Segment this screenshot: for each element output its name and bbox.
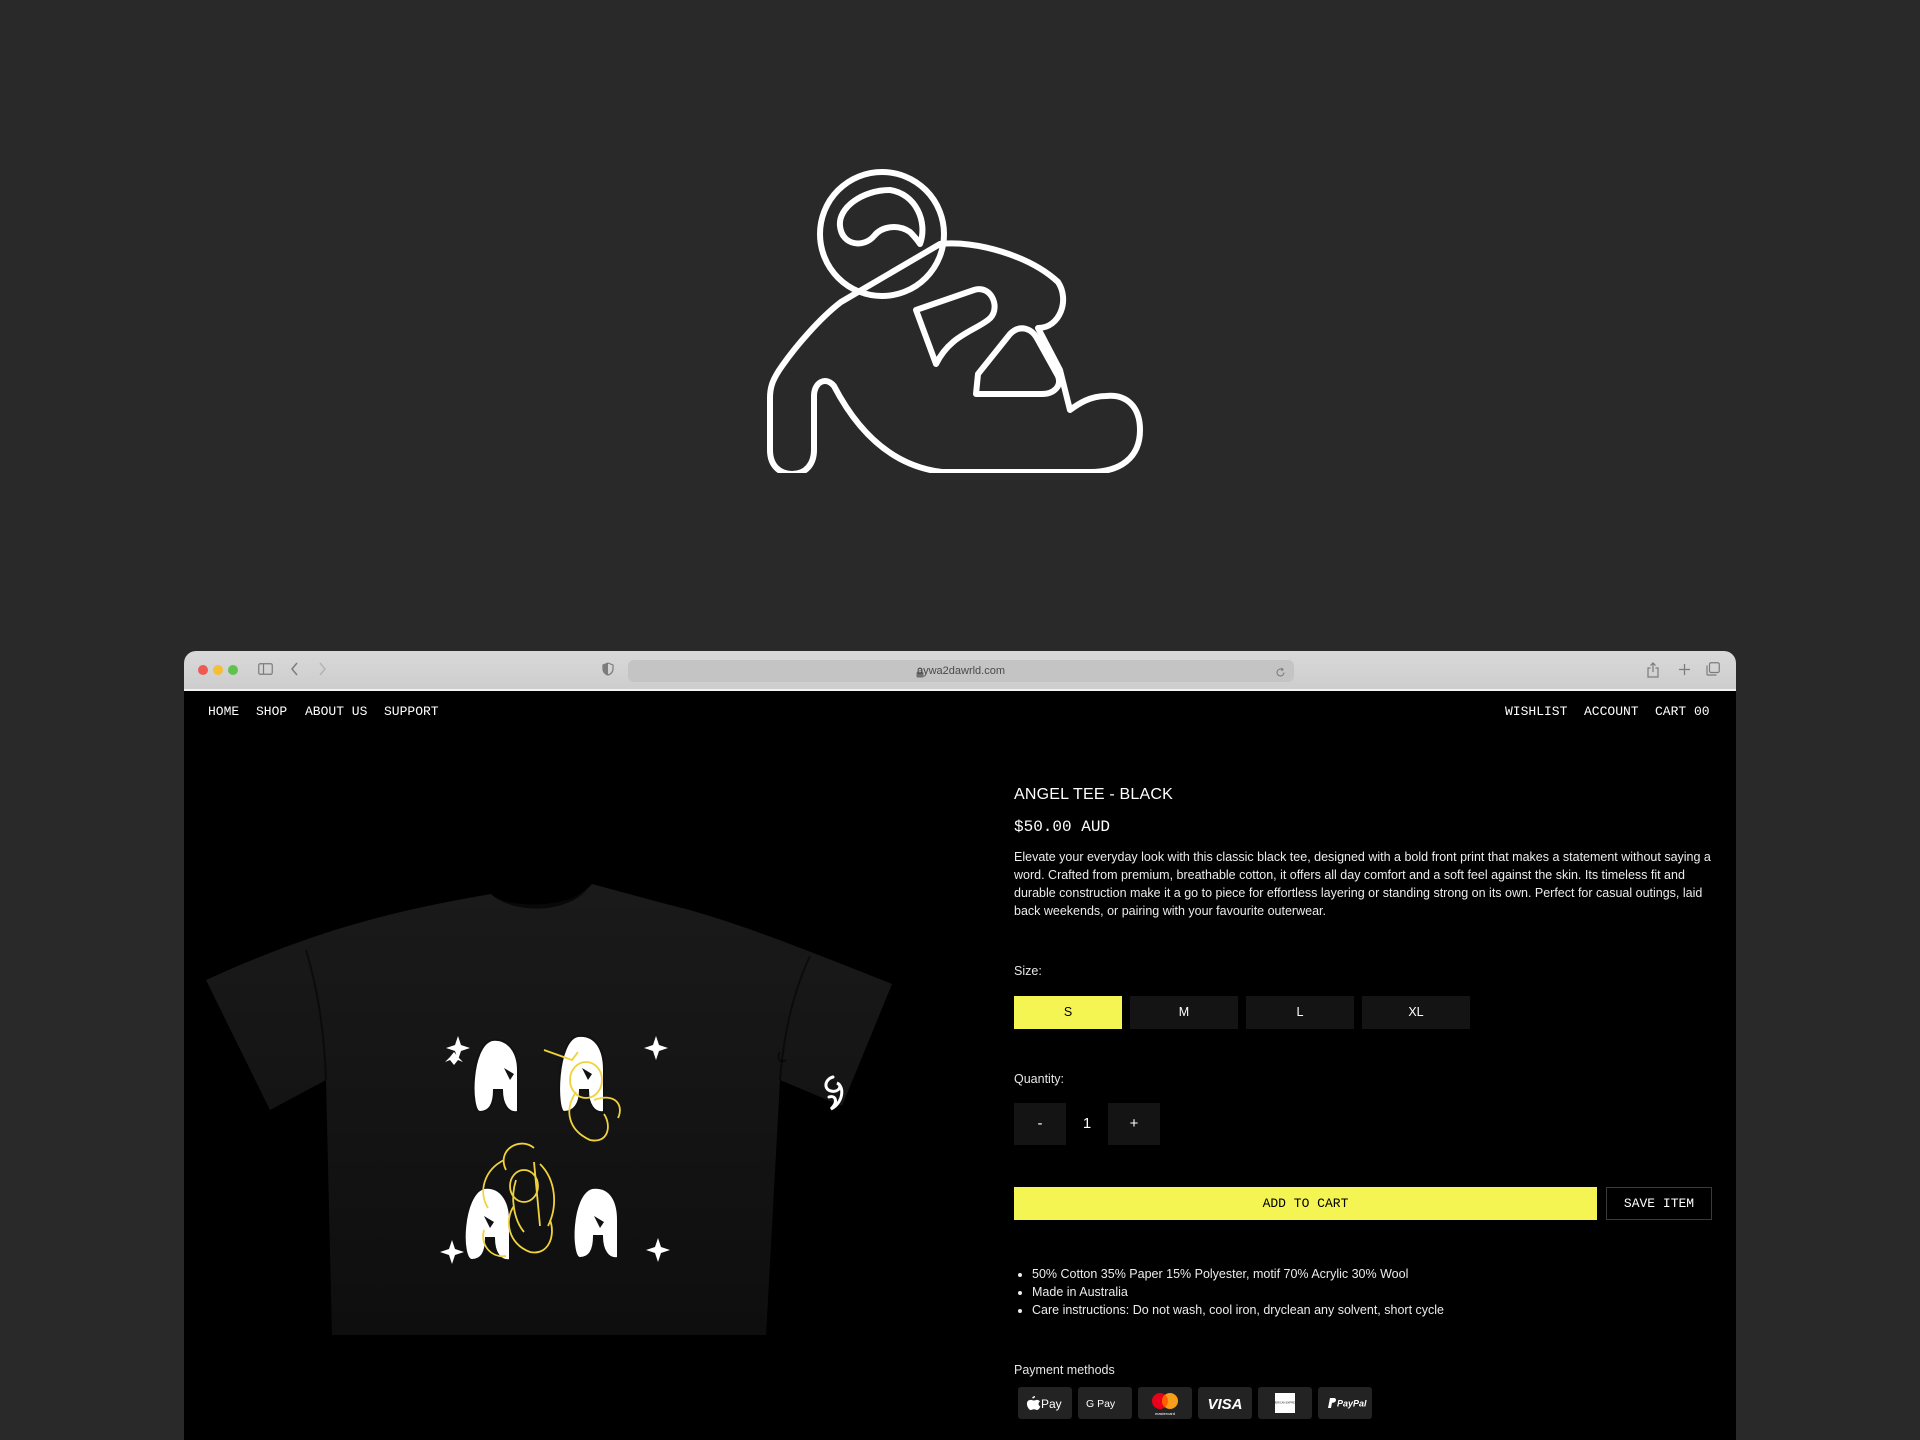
forward-arrow-icon[interactable]: [318, 662, 327, 678]
add-to-cart-button[interactable]: ADD TO CART: [1014, 1187, 1597, 1220]
list-item: Care instructions: Do not wash, cool iro…: [1032, 1301, 1712, 1319]
product-image[interactable]: [206, 880, 906, 1335]
maximize-window-button[interactable]: [228, 665, 238, 675]
svg-text:G Pay: G Pay: [1086, 1398, 1116, 1410]
mastercard-icon: mastercard: [1138, 1387, 1192, 1419]
size-option-s[interactable]: S: [1014, 996, 1122, 1029]
svg-text:VISA: VISA: [1207, 1396, 1242, 1413]
paypal-icon: PayPal: [1318, 1387, 1372, 1419]
apple-pay-icon: Pay: [1018, 1387, 1072, 1419]
quantity-decrease-button[interactable]: -: [1014, 1103, 1066, 1145]
brand-logo-icon: [740, 168, 1180, 473]
quantity-increase-button[interactable]: +: [1108, 1103, 1160, 1145]
browser-window: aywa2dawrld.com HOME SHOP ABOUT US SUPPO…: [184, 651, 1736, 1440]
quantity-value[interactable]: 1: [1066, 1103, 1108, 1145]
size-option-xl[interactable]: XL: [1362, 996, 1470, 1029]
product-details: ANGEL TEE - BLACK $50.00 AUD Elevate you…: [1014, 651, 1714, 1440]
svg-text:PayPal: PayPal: [1337, 1399, 1367, 1409]
nav-home-link[interactable]: HOME: [208, 704, 239, 719]
size-option-l[interactable]: L: [1246, 996, 1354, 1029]
back-arrow-icon[interactable]: [290, 662, 299, 678]
payment-methods-label: Payment methods: [1014, 1363, 1115, 1377]
list-item: 50% Cotton 35% Paper 15% Polyester, moti…: [1032, 1265, 1712, 1283]
product-price: $50.00 AUD: [1014, 818, 1111, 836]
nav-support-link[interactable]: SUPPORT: [384, 704, 439, 719]
sidebar-toggle-icon[interactable]: [258, 662, 273, 678]
amex-icon: AMERICAN EXPRESS: [1258, 1387, 1312, 1419]
product-description: Elevate your everyday look with this cla…: [1014, 850, 1711, 918]
save-item-button[interactable]: SAVE ITEM: [1606, 1187, 1712, 1220]
quantity-label: Quantity:: [1014, 1072, 1065, 1086]
svg-text:AMERICAN EXPRESS: AMERICAN EXPRESS: [1272, 1401, 1299, 1405]
visa-icon: VISA: [1198, 1387, 1252, 1419]
minimize-window-button[interactable]: [213, 665, 223, 675]
nav-shop-link[interactable]: SHOP: [256, 704, 287, 719]
close-window-button[interactable]: [198, 665, 208, 675]
svg-text:mastercard: mastercard: [1155, 1411, 1175, 1416]
svg-text:Pay: Pay: [1041, 1397, 1062, 1411]
google-pay-icon: G Pay: [1078, 1387, 1132, 1419]
product-details-list: 50% Cotton 35% Paper 15% Polyester, moti…: [1014, 1265, 1712, 1319]
size-label: Size:: [1014, 964, 1042, 978]
size-option-m[interactable]: M: [1130, 996, 1238, 1029]
nav-about-link[interactable]: ABOUT US: [305, 704, 367, 719]
list-item: Made in Australia: [1032, 1283, 1712, 1301]
privacy-shield-icon[interactable]: [602, 662, 614, 678]
product-title: ANGEL TEE - BLACK: [1014, 786, 1174, 803]
